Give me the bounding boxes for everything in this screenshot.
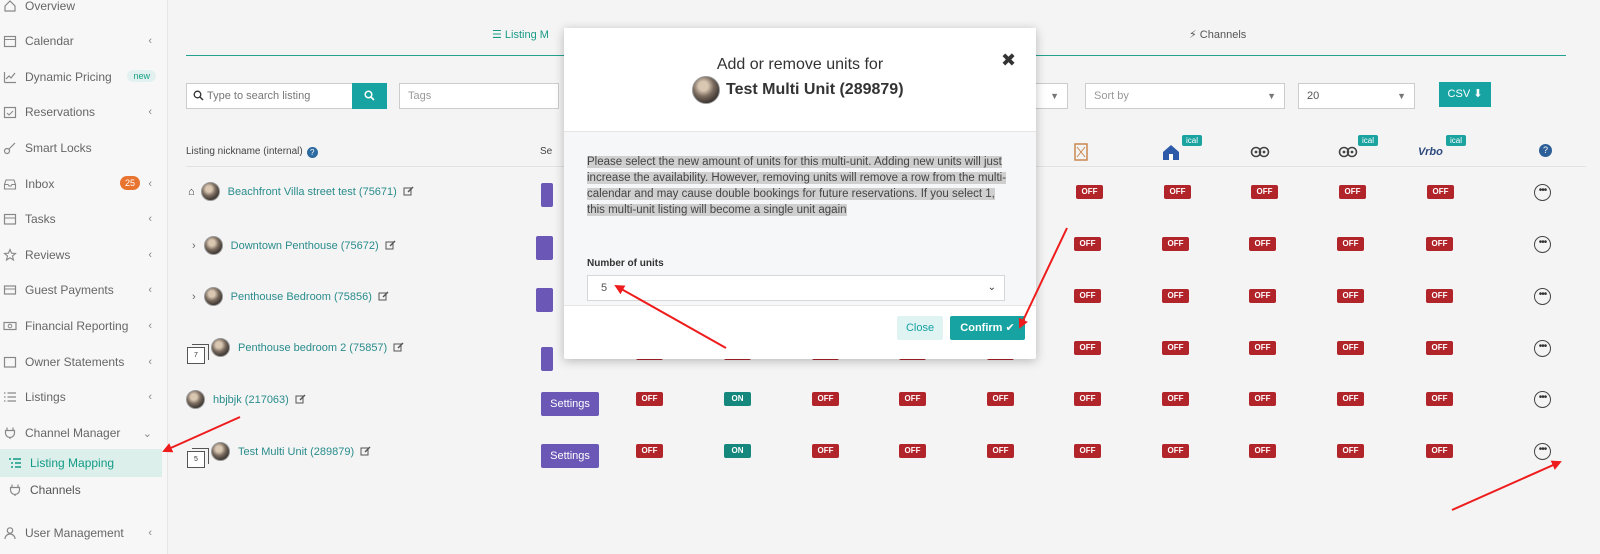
annotation-arrow xyxy=(614,285,727,349)
annotation-arrow xyxy=(162,416,241,453)
annotation-arrow xyxy=(1018,227,1068,329)
annotation-arrows xyxy=(162,227,1562,511)
annotation-arrow xyxy=(1451,460,1562,511)
